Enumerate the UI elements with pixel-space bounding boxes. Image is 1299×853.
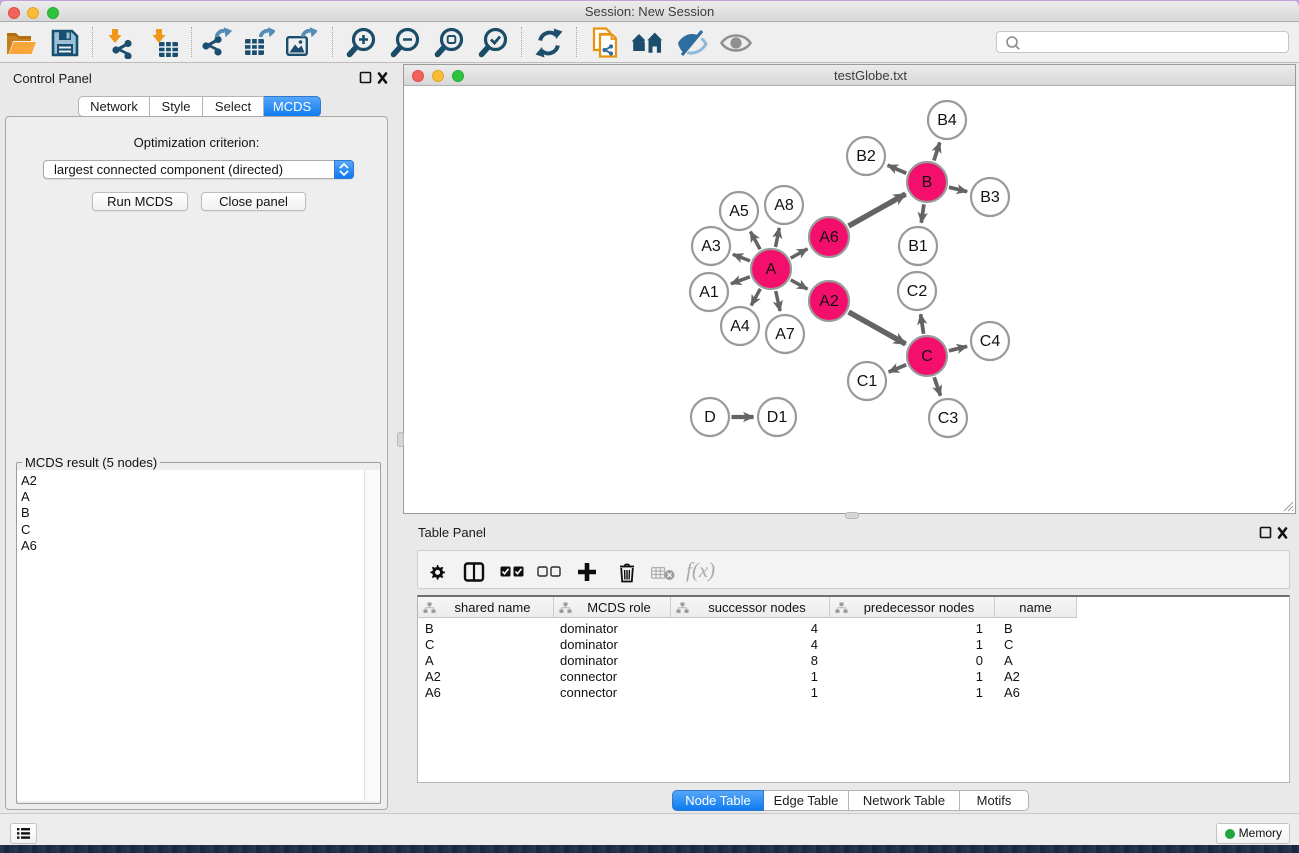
svg-text:C3: C3 xyxy=(938,410,959,427)
svg-text:D1: D1 xyxy=(767,409,788,426)
svg-text:C4: C4 xyxy=(980,333,1001,350)
svg-text:B: B xyxy=(922,174,933,191)
svg-text:B2: B2 xyxy=(856,148,876,165)
svg-text:A: A xyxy=(766,261,777,278)
svg-text:B4: B4 xyxy=(937,112,957,129)
svg-text:A8: A8 xyxy=(774,197,794,214)
svg-text:A7: A7 xyxy=(775,326,795,343)
svg-text:C1: C1 xyxy=(857,373,878,390)
svg-text:A3: A3 xyxy=(701,238,721,255)
svg-text:C2: C2 xyxy=(907,283,928,300)
svg-text:C: C xyxy=(921,348,933,365)
svg-text:A1: A1 xyxy=(699,284,719,301)
svg-text:A5: A5 xyxy=(729,203,749,220)
svg-text:A4: A4 xyxy=(730,318,750,335)
svg-text:B1: B1 xyxy=(908,238,928,255)
svg-text:A6: A6 xyxy=(819,229,839,246)
svg-text:A2: A2 xyxy=(819,293,839,310)
svg-text:D: D xyxy=(704,409,716,426)
svg-text:B3: B3 xyxy=(980,189,1000,206)
